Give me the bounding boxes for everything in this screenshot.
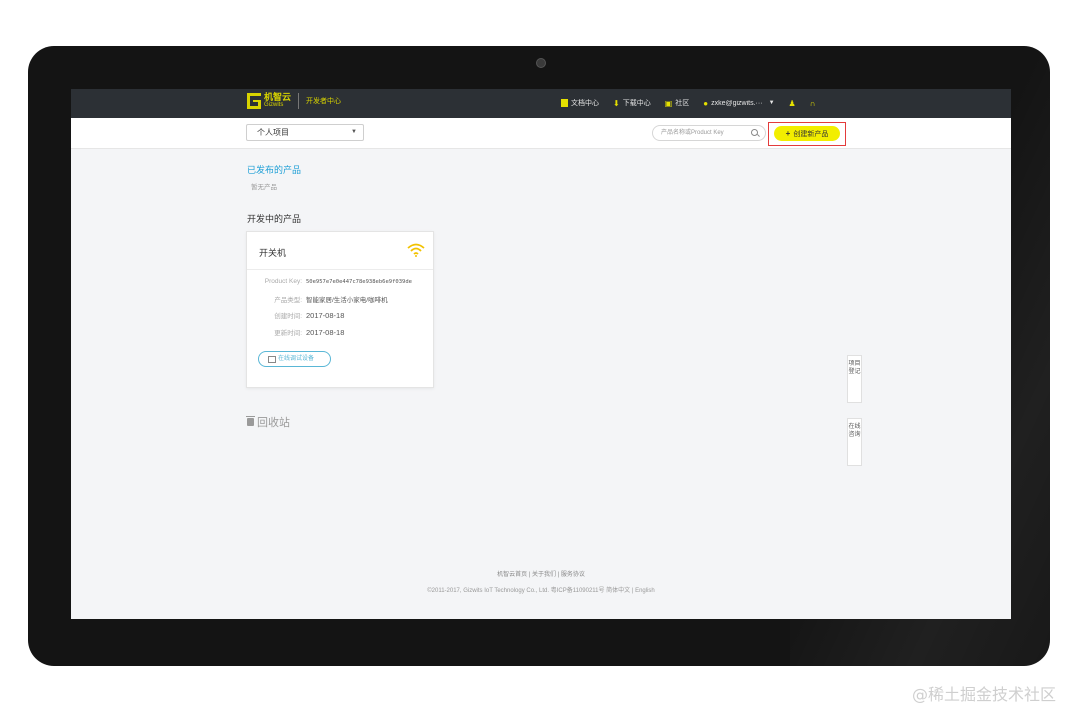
developing-products-title: 开发中的产品 [247,214,302,224]
wifi-icon [407,243,425,257]
product-type-value: 智能家居/生活小家电/咖啡机 [306,297,388,304]
caret-down-icon: ▼ [351,129,357,135]
logo[interactable]: 机智云 Gizwits 开发者中心 [247,93,341,109]
search-placeholder: 产品名称或Product Key [661,130,724,136]
nav-links: 文档中心 ⬇ 下载中心 ▣ 社区 ● zxke@gizwits.··· ▼ ♟ … [561,98,815,108]
nav-download-link[interactable]: ⬇ 下载中心 [613,98,651,108]
updated-time-value: 2017-08-18 [306,328,345,337]
user-name: zxke@gizwits.··· [711,99,763,107]
support-button[interactable]: ∩ [810,99,816,108]
project-select-value: 个人项目 [257,128,289,137]
monitor-icon [268,356,276,363]
notification-button[interactable]: ♟ [789,99,796,108]
published-empty-text: 暂无产品 [251,184,277,191]
recycle-bin-link[interactable]: 回收站 [246,414,290,430]
updated-time-label: 更新时间: [274,330,302,337]
user-icon: ● [703,98,709,108]
gizwits-logo-icon [247,93,261,109]
logo-text-en: Gizwits [264,102,284,108]
nav-download-label: 下载中心 [622,100,651,107]
search-input[interactable]: 产品名称或Product Key [652,125,766,141]
app-screen: 机智云 Gizwits 开发者中心 文档中心 ⬇ 下载中心 ▣ 社区 ● zxk… [71,89,1011,619]
created-time-row: 创建时间: 2017-08-18 [258,310,344,320]
logo-divider [298,93,300,109]
updated-time-row: 更新时间: 2017-08-18 [258,327,344,337]
nav-docs-link[interactable]: 文档中心 [561,98,599,108]
product-card-header: 开关机 [247,232,433,270]
nav-community-link[interactable]: ▣ 社区 [665,98,690,108]
create-button-highlight: + 创建新产品 [768,122,846,146]
user-menu[interactable]: ● zxke@gizwits.··· ▼ [703,99,774,108]
document-icon [561,99,568,107]
footer-links[interactable]: 机智云首页 | 关于我们 | 服务协议 [71,569,1011,578]
product-key-label: Product Key: [264,278,302,285]
bell-icon: ♟ [788,98,796,108]
download-icon: ⬇ [613,98,620,108]
dev-center-label: 开发者中心 [306,98,342,105]
chat-icon: ▣ [664,98,673,108]
footer-copyright: ©2011-2017, Gizwits IoT Technology Co., … [427,588,655,594]
product-type-label: 产品类型: [274,297,302,304]
headset-icon: ∩ [809,98,816,108]
project-select[interactable]: 个人项目 ▼ [246,124,364,141]
product-key-value: 50e957e7e0e447c78e938eb6e9f039de [306,279,412,285]
toolbar: 个人项目 ▼ 产品名称或Product Key + 创建新产品 [71,118,1011,149]
product-key-row: Product Key: 50e957e7e0e447c78e938eb6e9f0… [258,278,412,285]
top-navigation: 机智云 Gizwits 开发者中心 文档中心 ⬇ 下载中心 ▣ 社区 ● zxk… [71,89,1011,118]
plus-icon: + [785,129,791,138]
created-time-value: 2017-08-18 [306,311,345,320]
chevron-down-icon: ▼ [768,100,775,106]
watermark: @稀土掘金技术社区 [912,685,1057,704]
online-debug-button[interactable]: 在线调试设备 [258,351,331,367]
project-register-tab[interactable]: 项目登记 [847,355,862,403]
recycle-bin-label: 回收站 [257,417,290,429]
search-icon[interactable] [751,129,758,136]
create-product-label: 创建新产品 [793,131,829,138]
published-products-title[interactable]: 已发布的产品 [247,163,301,176]
product-card[interactable]: 开关机 Product Key: 50e957e7e0e447c78e938eb6… [246,231,434,388]
camera-dot [536,58,546,68]
online-debug-label: 在线调试设备 [278,356,315,362]
created-time-label: 创建时间: [274,313,302,320]
trash-icon [246,416,255,426]
logo-text-cn: 机智云 [264,92,292,102]
nav-docs-label: 文档中心 [571,100,599,107]
create-product-button[interactable]: + 创建新产品 [774,126,840,141]
product-type-row: 产品类型: 智能家居/生活小家电/咖啡机 [258,294,388,304]
online-consult-tab[interactable]: 在线咨询 [847,418,862,466]
product-name: 开关机 [259,248,287,258]
nav-community-label: 社区 [675,100,690,107]
